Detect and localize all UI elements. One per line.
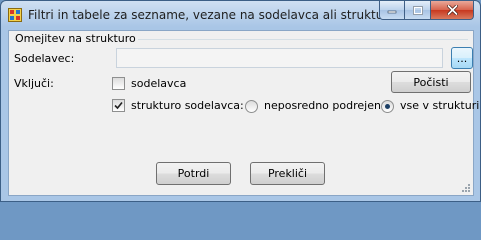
close-button[interactable] (431, 1, 474, 20)
radio-selected-dot (385, 104, 390, 109)
struktura-checkbox-label: strukturo sodelavca: (131, 99, 244, 112)
caption-buttons (379, 1, 474, 21)
checkmark-icon (114, 101, 123, 110)
title-bar[interactable]: Filtri in tabele za sezname, vezane na s… (1, 1, 480, 29)
vse-radio[interactable] (381, 100, 394, 113)
confirm-button[interactable]: Potrdi (156, 162, 231, 185)
maximize-button[interactable] (405, 1, 431, 20)
close-icon (446, 5, 458, 15)
window-title: Filtri in tabele za sezname, vezane na s… (28, 8, 396, 22)
sodelavec-label: Sodelavec: (14, 52, 75, 65)
sodelavec-field[interactable] (116, 48, 443, 68)
maximize-icon (412, 5, 423, 15)
dialog-client-area: Omejitev na strukturo Sodelavec: ... Vkl… (8, 30, 479, 196)
minimize-icon (387, 10, 397, 14)
sodelavca-checkbox[interactable] (112, 77, 125, 90)
vse-radio-label: vse v strukturi (400, 99, 480, 112)
clear-button[interactable]: Počisti (391, 71, 471, 93)
neposredno-radio[interactable] (245, 100, 258, 113)
minimize-button[interactable] (379, 1, 405, 20)
group-label: Omejitev na strukturo (15, 32, 138, 45)
browse-button[interactable]: ... (451, 47, 473, 69)
sodelavca-checkbox-label: sodelavca (131, 77, 187, 90)
app-icon (8, 8, 22, 22)
structure-group: Omejitev na strukturo Sodelavec: ... Vkl… (14, 32, 479, 153)
cancel-button[interactable]: Prekliči (250, 162, 325, 185)
struktura-checkbox[interactable] (112, 99, 125, 112)
neposredno-radio-label: neposredno podrejene (264, 99, 388, 112)
vkljuci-label: Vključi: (14, 77, 54, 90)
resize-grip-icon[interactable] (461, 183, 471, 193)
dialog-window: Filtri in tabele za sezname, vezane na s… (0, 0, 481, 202)
